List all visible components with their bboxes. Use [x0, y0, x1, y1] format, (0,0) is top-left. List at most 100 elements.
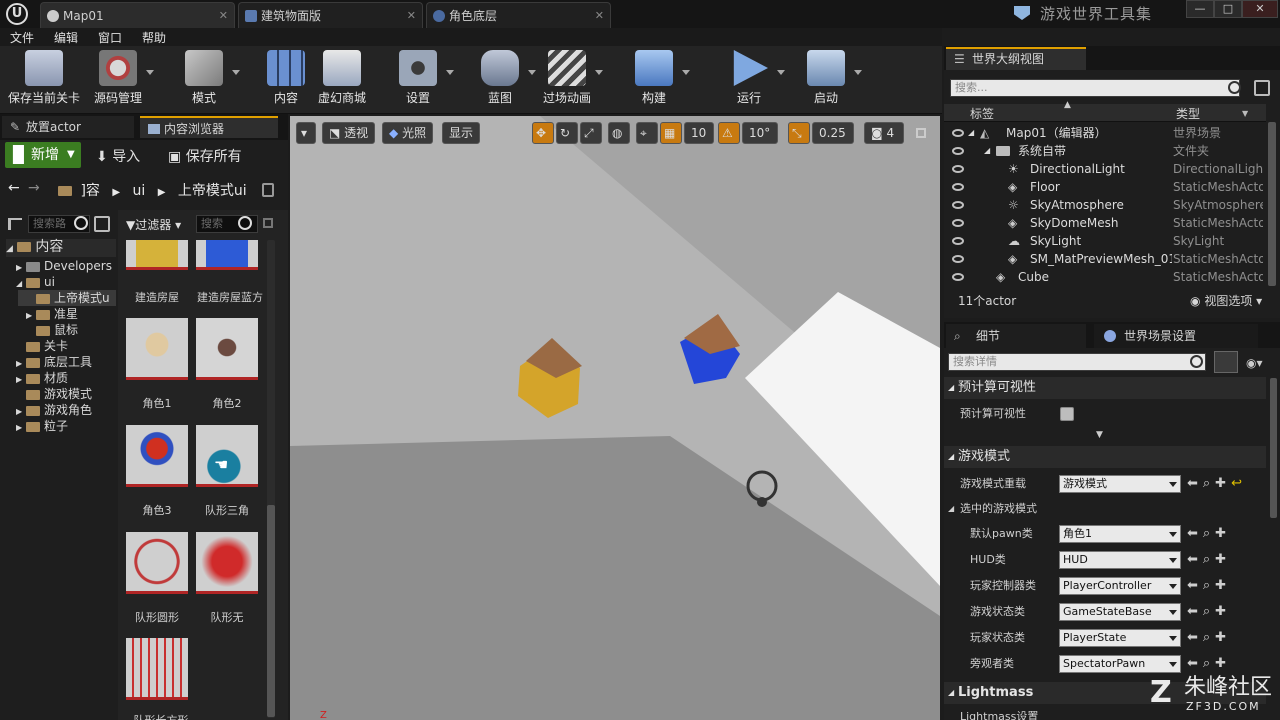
visibility-eye-icon[interactable]	[952, 183, 964, 191]
modes-button[interactable]: 模式	[166, 50, 242, 110]
tab-world-settings[interactable]: 世界场景设置	[1094, 324, 1258, 348]
tab-place-actors[interactable]: ✎ 放置actor	[2, 116, 134, 138]
visibility-eye-icon[interactable]	[952, 255, 964, 263]
tree-item-particles[interactable]: ▶ 粒子	[16, 418, 68, 434]
filters-button[interactable]: ▼过滤器 ▾	[126, 216, 181, 233]
outliner-row[interactable]: ◈ Floor StaticMeshActo	[944, 178, 1266, 196]
outliner-row[interactable]: ☁ SkyLight SkyLight	[944, 232, 1266, 250]
menu-file[interactable]: 文件	[10, 29, 34, 46]
section-game-mode[interactable]: ◢ 游戏模式	[944, 446, 1266, 468]
scrollbar-thumb[interactable]	[267, 505, 275, 717]
col-label-header[interactable]: 标签	[970, 105, 994, 122]
close-button[interactable]: ✕	[1242, 0, 1278, 18]
menu-edit[interactable]: 编辑	[54, 29, 78, 46]
close-icon[interactable]: ✕	[219, 3, 228, 29]
tree-item-game-characters[interactable]: ▶ 游戏角色	[16, 402, 92, 418]
asset-build-house[interactable]	[126, 240, 188, 270]
outliner-row[interactable]: ☀ DirectionalLight DirectionalLigh	[944, 160, 1266, 178]
game-mode-override-select[interactable]: 游戏模式	[1059, 475, 1181, 493]
eye-icon[interactable]: ◉▾	[1246, 356, 1263, 370]
cinematics-button[interactable]: 过场动画	[529, 50, 605, 110]
visibility-eye-icon[interactable]	[952, 273, 964, 281]
grid-snap-value[interactable]: 10	[684, 122, 714, 144]
tree-item-mouse[interactable]: 鼠标	[36, 322, 78, 338]
tree-item-god-mode-ui[interactable]: 上帝模式u	[18, 290, 116, 306]
scale-snap-icon[interactable]: ⤡	[788, 122, 810, 144]
prop-actions[interactable]: ⬅⌕✚	[1187, 574, 1231, 598]
save-level-button[interactable]: 保存当前关卡	[5, 50, 83, 110]
advanced-expand-icon[interactable]: ▼	[1096, 430, 1103, 440]
outliner-search-input[interactable]: 搜索...	[950, 79, 1240, 97]
asset-character-3[interactable]	[126, 425, 188, 487]
rotation-snap-icon[interactable]: ⚠	[718, 122, 740, 144]
asset-formation-circle[interactable]	[126, 532, 188, 594]
feedback-icon[interactable]	[1014, 6, 1030, 20]
rotate-tool-icon[interactable]: ↻	[556, 122, 578, 144]
lock-icon[interactable]	[262, 183, 274, 197]
back-arrow-icon[interactable]: ←	[8, 180, 20, 196]
add-new-button[interactable]: ▉ 新增 ▼	[5, 142, 81, 168]
chevron-down-icon[interactable]	[232, 70, 240, 75]
visibility-eye-icon[interactable]	[952, 219, 964, 227]
tab-character-base[interactable]: 角色底层 ✕	[426, 2, 611, 28]
details-search-input[interactable]: 搜索详情	[948, 353, 1206, 371]
tree-item-game-mode[interactable]: 游戏模式	[26, 386, 92, 402]
outliner-row[interactable]: ◈ SM_MatPreviewMesh_01 StaticMeshActo	[944, 250, 1266, 268]
settings-button[interactable]: 设置	[380, 50, 456, 110]
minimize-button[interactable]: —	[1186, 0, 1214, 18]
outliner-row[interactable]: ◈ Cube StaticMeshActo	[944, 268, 1266, 286]
outliner-row[interactable]: ☼ SkyAtmosphere SkyAtmosphere	[944, 196, 1266, 214]
view-options-button[interactable]: ◉ 视图选项 ▾	[1190, 292, 1262, 309]
chevron-down-icon[interactable]	[146, 70, 154, 75]
maximize-button[interactable]: □	[1214, 0, 1242, 18]
breadcrumb-content[interactable]: ]容	[80, 183, 99, 199]
prop-actions[interactable]: ⬅⌕✚	[1187, 652, 1231, 676]
chevron-down-icon[interactable]	[682, 70, 690, 75]
chevron-down-icon[interactable]	[446, 70, 454, 75]
lit-button[interactable]: ◆ 光照	[382, 122, 434, 144]
save-all-button[interactable]: ▣ 保存所有	[168, 146, 242, 166]
marketplace-button[interactable]: 虚幻商城	[304, 50, 380, 110]
prop-actions[interactable]: ⬅⌕✚↩	[1187, 472, 1247, 496]
visibility-eye-icon[interactable]	[952, 129, 964, 137]
outliner-row[interactable]: ◈ SkyDomeMesh StaticMeshActo	[944, 214, 1266, 232]
player-state-class-select[interactable]: PlayerState	[1059, 629, 1181, 647]
chevron-down-icon[interactable]	[777, 70, 785, 75]
tab-content-browser[interactable]: 内容浏览器	[140, 116, 278, 138]
scale-snap-value[interactable]: 0.25	[812, 122, 854, 144]
outliner-scrollbar[interactable]	[1268, 122, 1276, 286]
asset-build-house-blue[interactable]	[196, 240, 258, 270]
launch-button[interactable]: 启动	[788, 50, 864, 110]
tab-world-outliner[interactable]: ☰ 世界大纲视图	[946, 47, 1086, 70]
tab-details[interactable]: ⌕ 细节	[946, 324, 1086, 348]
source-control-button[interactable]: 源码管理	[80, 50, 156, 110]
close-icon[interactable]: ✕	[595, 3, 604, 29]
visibility-eye-icon[interactable]	[952, 147, 964, 155]
perspective-button[interactable]: ⬔ 透视	[322, 122, 376, 144]
tab-map01[interactable]: Map01 ✕	[40, 2, 235, 28]
tree-item-ui[interactable]: ◢ ui	[16, 274, 55, 290]
asset-character-1[interactable]	[126, 318, 188, 380]
close-icon[interactable]: ✕	[407, 3, 416, 29]
hud-class-select[interactable]: HUD	[1059, 551, 1181, 569]
view-list-icon[interactable]	[94, 216, 110, 232]
camera-speed-button[interactable]: ◙ 4	[864, 122, 904, 144]
world-space-icon[interactable]: ◍	[608, 122, 630, 144]
build-button[interactable]: 构建	[616, 50, 692, 110]
prop-actions[interactable]: ⬅⌕✚	[1187, 548, 1231, 572]
level-viewport[interactable]: ▾ ⬔ 透视 ◆ 光照 显示 ✥ ↻ ⤢ ◍ ⌖ ▦ 10 ⚠ 10° ⤡ 0.…	[290, 116, 940, 720]
tree-item-content[interactable]: ◢ 内容	[6, 239, 116, 257]
spectator-class-select[interactable]: SpectatorPawn	[1059, 655, 1181, 673]
visibility-eye-icon[interactable]	[952, 165, 964, 173]
chevron-down-icon[interactable]	[595, 70, 603, 75]
breadcrumb-god-mode-ui[interactable]: 上帝模式ui	[178, 183, 247, 199]
tab-building-panel[interactable]: 建筑物面版 ✕	[238, 2, 423, 28]
show-button[interactable]: 显示	[442, 122, 481, 144]
visibility-eye-icon[interactable]	[952, 237, 964, 245]
sources-toggle-icon[interactable]	[8, 218, 22, 230]
prop-actions[interactable]: ⬅⌕✚	[1187, 600, 1231, 624]
asset-formation-none[interactable]	[196, 532, 258, 594]
viewport-menu-button[interactable]: ▾	[296, 122, 316, 144]
menu-window[interactable]: 窗口	[98, 29, 122, 46]
blueprints-button[interactable]: 蓝图	[462, 50, 538, 110]
